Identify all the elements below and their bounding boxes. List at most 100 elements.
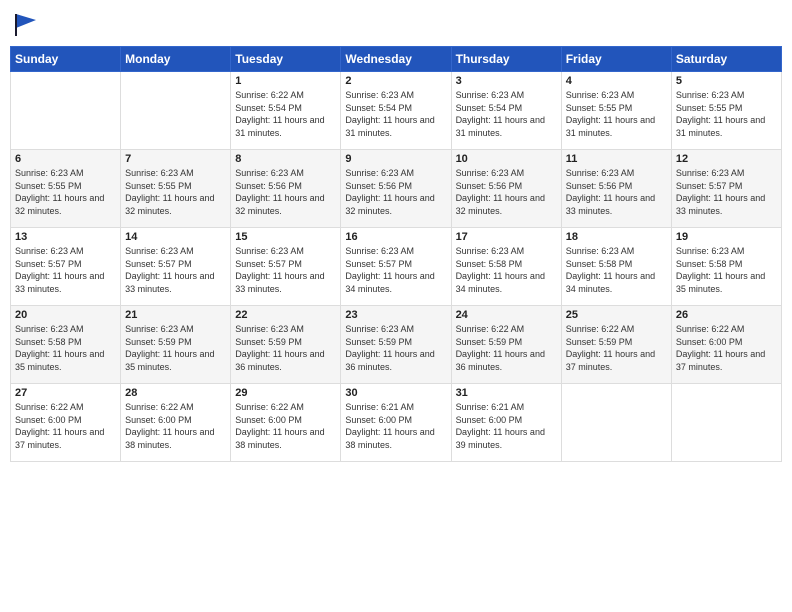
calendar-cell: 28 Sunrise: 6:22 AMSunset: 6:00 PMDayligh… xyxy=(121,384,231,462)
weekday-header-monday: Monday xyxy=(121,47,231,72)
calendar-cell: 17Sunrise: 6:23 AMSunset: 5:58 PMDayligh… xyxy=(451,228,561,306)
calendar-cell: 26 Sunrise: 6:22 AMSunset: 6:00 PMDayligh… xyxy=(671,306,781,384)
day-number: 5 xyxy=(676,75,777,87)
calendar-cell xyxy=(121,72,231,150)
day-number: 7 xyxy=(125,153,226,165)
calendar-cell: 30Sunrise: 6:21 AMSunset: 6:00 PMDayligh… xyxy=(341,384,451,462)
day-detail: Sunrise: 6:23 AMSunset: 5:57 PMDaylight:… xyxy=(15,245,116,295)
day-number: 15 xyxy=(235,231,336,243)
day-number: 14 xyxy=(125,231,226,243)
day-number: 25 xyxy=(566,309,667,321)
day-detail: Sunrise: 6:22 AMSunset: 5:59 PMDaylight:… xyxy=(566,323,667,373)
day-detail: Sunrise: 6:23 AMSunset: 5:56 PMDaylight:… xyxy=(456,167,557,217)
day-number: 24 xyxy=(456,309,557,321)
day-number: 22 xyxy=(235,309,336,321)
day-number: 11 xyxy=(566,153,667,165)
calendar-week-3: 13 Sunrise: 6:23 AMSunset: 5:57 PMDayligh… xyxy=(11,228,782,306)
day-number: 9 xyxy=(345,153,446,165)
calendar-cell xyxy=(561,384,671,462)
day-detail: Sunrise: 6:23 AMSunset: 5:57 PMDaylight:… xyxy=(345,245,446,295)
calendar-cell: 21 Sunrise: 6:23 AMSunset: 5:59 PMDayligh… xyxy=(121,306,231,384)
calendar-cell xyxy=(11,72,121,150)
day-number: 31 xyxy=(456,387,557,399)
calendar-cell: 22 Sunrise: 6:23 AMSunset: 5:59 PMDayligh… xyxy=(231,306,341,384)
weekday-header-tuesday: Tuesday xyxy=(231,47,341,72)
day-number: 6 xyxy=(15,153,116,165)
day-number: 29 xyxy=(235,387,336,399)
day-detail: Sunrise: 6:23 AMSunset: 5:59 PMDaylight:… xyxy=(345,323,446,373)
calendar-cell: 2 Sunrise: 6:23 AMSunset: 5:54 PMDaylight… xyxy=(341,72,451,150)
day-detail: Sunrise: 6:23 AMSunset: 5:56 PMDaylight:… xyxy=(566,167,667,217)
calendar-cell: 23 Sunrise: 6:23 AMSunset: 5:59 PMDayligh… xyxy=(341,306,451,384)
calendar-cell: 16 Sunrise: 6:23 AMSunset: 5:57 PMDayligh… xyxy=(341,228,451,306)
day-detail: Sunrise: 6:22 AMSunset: 6:00 PMDaylight:… xyxy=(676,323,777,373)
day-number: 26 xyxy=(676,309,777,321)
calendar-cell: 3Sunrise: 6:23 AMSunset: 5:54 PMDaylight… xyxy=(451,72,561,150)
day-number: 16 xyxy=(345,231,446,243)
day-number: 21 xyxy=(125,309,226,321)
calendar-cell: 10 Sunrise: 6:23 AMSunset: 5:56 PMDayligh… xyxy=(451,150,561,228)
day-detail: Sunrise: 6:22 AMSunset: 5:59 PMDaylight:… xyxy=(456,323,557,373)
weekday-header-wednesday: Wednesday xyxy=(341,47,451,72)
day-detail: Sunrise: 6:23 AMSunset: 5:55 PMDaylight:… xyxy=(15,167,116,217)
day-number: 28 xyxy=(125,387,226,399)
day-number: 13 xyxy=(15,231,116,243)
calendar-cell: 29 Sunrise: 6:22 AMSunset: 6:00 PMDayligh… xyxy=(231,384,341,462)
day-number: 12 xyxy=(676,153,777,165)
weekday-header-saturday: Saturday xyxy=(671,47,781,72)
day-detail: Sunrise: 6:22 AMSunset: 6:00 PMDaylight:… xyxy=(235,401,336,451)
day-number: 20 xyxy=(15,309,116,321)
day-number: 3 xyxy=(456,75,557,87)
day-number: 17 xyxy=(456,231,557,243)
calendar-cell: 7 Sunrise: 6:23 AMSunset: 5:55 PMDaylight… xyxy=(121,150,231,228)
day-detail: Sunrise: 6:22 AMSunset: 6:00 PMDaylight:… xyxy=(125,401,226,451)
day-number: 8 xyxy=(235,153,336,165)
calendar-cell: 6 Sunrise: 6:23 AMSunset: 5:55 PMDaylight… xyxy=(11,150,121,228)
day-detail: Sunrise: 6:21 AMSunset: 6:00 PMDaylight:… xyxy=(456,401,557,451)
day-number: 10 xyxy=(456,153,557,165)
day-detail: Sunrise: 6:23 AMSunset: 5:55 PMDaylight:… xyxy=(125,167,226,217)
calendar-cell: 31 Sunrise: 6:21 AMSunset: 6:00 PMDayligh… xyxy=(451,384,561,462)
day-number: 19 xyxy=(676,231,777,243)
weekday-header-sunday: Sunday xyxy=(11,47,121,72)
day-detail: Sunrise: 6:23 AMSunset: 5:56 PMDaylight:… xyxy=(345,167,446,217)
day-detail: Sunrise: 6:23 AMSunset: 5:57 PMDaylight:… xyxy=(125,245,226,295)
header xyxy=(10,10,782,38)
day-detail: Sunrise: 6:23 AMSunset: 5:58 PMDaylight:… xyxy=(15,323,116,373)
logo xyxy=(10,10,40,38)
page: SundayMondayTuesdayWednesdayThursdayFrid… xyxy=(0,0,792,612)
calendar-cell: 14 Sunrise: 6:23 AMSunset: 5:57 PMDayligh… xyxy=(121,228,231,306)
calendar-cell: 12 Sunrise: 6:23 AMSunset: 5:57 PMDayligh… xyxy=(671,150,781,228)
day-number: 1 xyxy=(235,75,336,87)
day-number: 27 xyxy=(15,387,116,399)
day-detail: Sunrise: 6:23 AMSunset: 5:55 PMDaylight:… xyxy=(566,89,667,139)
day-number: 2 xyxy=(345,75,446,87)
day-detail: Sunrise: 6:23 AMSunset: 5:59 PMDaylight:… xyxy=(125,323,226,373)
day-detail: Sunrise: 6:23 AMSunset: 5:56 PMDaylight:… xyxy=(235,167,336,217)
calendar-cell: 5 Sunrise: 6:23 AMSunset: 5:55 PMDaylight… xyxy=(671,72,781,150)
calendar-cell: 9 Sunrise: 6:23 AMSunset: 5:56 PMDaylight… xyxy=(341,150,451,228)
day-detail: Sunrise: 6:23 AMSunset: 5:57 PMDaylight:… xyxy=(235,245,336,295)
day-detail: Sunrise: 6:23 AMSunset: 5:54 PMDaylight:… xyxy=(345,89,446,139)
calendar-cell: 27 Sunrise: 6:22 AMSunset: 6:00 PMDayligh… xyxy=(11,384,121,462)
calendar-week-2: 6 Sunrise: 6:23 AMSunset: 5:55 PMDaylight… xyxy=(11,150,782,228)
day-detail: Sunrise: 6:23 AMSunset: 5:58 PMDaylight:… xyxy=(566,245,667,295)
weekday-header-row: SundayMondayTuesdayWednesdayThursdayFrid… xyxy=(11,47,782,72)
day-detail: Sunrise: 6:23 AMSunset: 5:55 PMDaylight:… xyxy=(676,89,777,139)
calendar-cell: 15 Sunrise: 6:23 AMSunset: 5:57 PMDayligh… xyxy=(231,228,341,306)
day-detail: Sunrise: 6:23 AMSunset: 5:57 PMDaylight:… xyxy=(676,167,777,217)
day-detail: Sunrise: 6:23 AMSunset: 5:58 PMDaylight:… xyxy=(676,245,777,295)
day-number: 18 xyxy=(566,231,667,243)
calendar-cell: 19 Sunrise: 6:23 AMSunset: 5:58 PMDayligh… xyxy=(671,228,781,306)
calendar-cell: 18 Sunrise: 6:23 AMSunset: 5:58 PMDayligh… xyxy=(561,228,671,306)
day-number: 4 xyxy=(566,75,667,87)
calendar-cell: 13 Sunrise: 6:23 AMSunset: 5:57 PMDayligh… xyxy=(11,228,121,306)
day-detail: Sunrise: 6:22 AMSunset: 5:54 PMDaylight:… xyxy=(235,89,336,139)
day-detail: Sunrise: 6:23 AMSunset: 5:59 PMDaylight:… xyxy=(235,323,336,373)
logo-flag-icon xyxy=(12,10,40,38)
day-detail: Sunrise: 6:22 AMSunset: 6:00 PMDaylight:… xyxy=(15,401,116,451)
day-detail: Sunrise: 6:21 AMSunset: 6:00 PMDaylight:… xyxy=(345,401,446,451)
calendar-week-5: 27 Sunrise: 6:22 AMSunset: 6:00 PMDayligh… xyxy=(11,384,782,462)
weekday-header-friday: Friday xyxy=(561,47,671,72)
day-number: 23 xyxy=(345,309,446,321)
